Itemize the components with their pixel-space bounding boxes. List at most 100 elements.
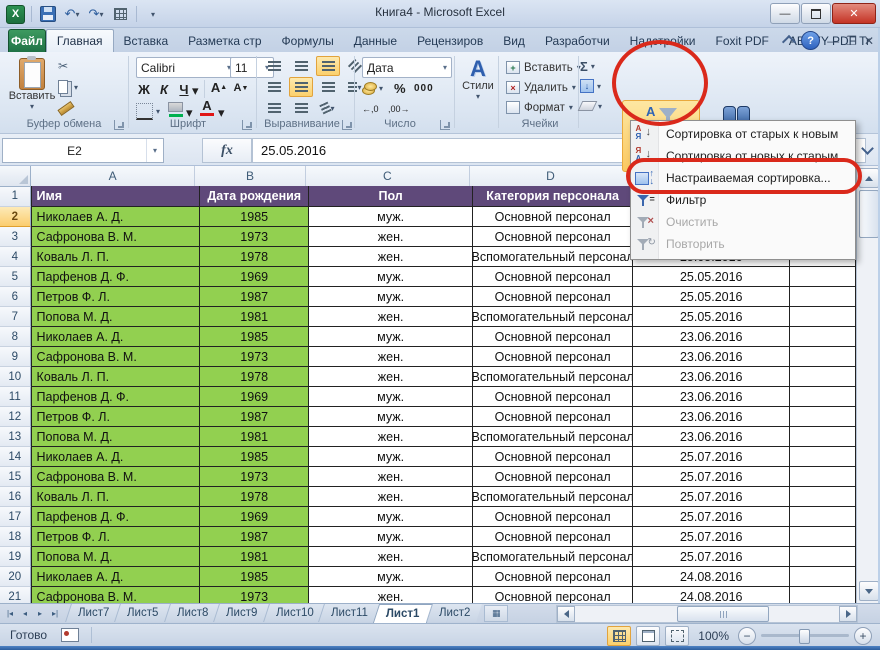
cell[interactable]: Парфенов Д. Ф. (30, 507, 201, 527)
cell[interactable]: 1987 (200, 407, 310, 427)
cell[interactable] (790, 367, 856, 387)
cell[interactable] (790, 447, 856, 467)
cell[interactable]: 25.07.2016 (633, 447, 791, 467)
increase-indent-button[interactable] (289, 98, 313, 118)
normal-view-button[interactable] (607, 625, 632, 646)
cell[interactable]: Вспомогательный персонал (472, 247, 634, 267)
row-number[interactable]: 6 (0, 287, 31, 307)
alignment-dialog-launcher[interactable] (342, 120, 352, 130)
cell[interactable]: муж. (309, 407, 473, 427)
cell[interactable] (790, 427, 856, 447)
cell[interactable]: Сафронова В. М. (30, 347, 201, 367)
prev-sheet-button[interactable]: ◂ (18, 606, 32, 621)
cell[interactable]: Попова М. Д. (30, 547, 201, 567)
cell[interactable]: 1985 (200, 207, 310, 227)
align-center-button[interactable] (289, 77, 313, 97)
next-sheet-button[interactable]: ▸ (33, 606, 47, 621)
cell[interactable]: Петров Ф. Л. (30, 527, 201, 547)
cell[interactable]: 1981 (200, 307, 310, 327)
column-header-1[interactable]: B (195, 166, 306, 187)
vertical-scroll-thumb[interactable] (859, 190, 879, 238)
cell[interactable]: жен. (309, 587, 473, 603)
ribbon-tab-0[interactable]: Главная (45, 29, 114, 52)
cell[interactable]: жен. (309, 347, 473, 367)
cell[interactable]: Николаев А. Д. (30, 447, 201, 467)
sheet-tab-2[interactable]: Лист8 (163, 604, 221, 622)
ribbon-tab-4[interactable]: Данные (344, 30, 407, 52)
row-number[interactable]: 7 (0, 307, 31, 327)
cell[interactable]: 25.07.2016 (633, 507, 791, 527)
row-number[interactable]: 15 (0, 467, 31, 487)
cell[interactable]: муж. (309, 287, 473, 307)
select-all-corner[interactable] (0, 166, 31, 187)
doc-close-icon[interactable]: ✕ (864, 34, 874, 48)
cell[interactable] (790, 587, 856, 603)
cut-button[interactable]: ✂ (58, 58, 78, 74)
cell[interactable]: 1973 (200, 467, 310, 487)
bold-button[interactable]: Ж (136, 80, 152, 98)
zoom-in-button[interactable]: + (854, 626, 872, 645)
sheet-tab-3[interactable]: Лист9 (213, 604, 270, 622)
cell[interactable]: 1985 (200, 447, 310, 467)
cell[interactable]: 25.05.2016 (633, 307, 791, 327)
cell[interactable] (790, 387, 856, 407)
paste-button[interactable]: Вставить ▾ (9, 56, 55, 118)
cell[interactable]: 23.06.2016 (633, 347, 791, 367)
row-number[interactable]: 16 (0, 487, 31, 507)
row-number[interactable]: 9 (0, 347, 31, 367)
styles-button[interactable]: А Стили ▾ (460, 58, 496, 102)
close-button[interactable]: ✕ (832, 3, 876, 24)
cell[interactable]: Дата рождения (200, 186, 310, 207)
cell[interactable]: Попова М. Д. (30, 427, 201, 447)
sheet-tab-5[interactable]: Лист11 (318, 604, 381, 622)
cell[interactable]: Вспомогательный персонал (472, 487, 634, 507)
align-middle-button[interactable] (289, 56, 313, 76)
cell[interactable]: Основной персонал (472, 447, 634, 467)
cell[interactable]: 25.05.2016 (633, 287, 791, 307)
row-number[interactable]: 4 (0, 247, 31, 267)
fill-color-button[interactable] (168, 100, 183, 118)
ribbon-tab-7[interactable]: Разработчи (535, 30, 620, 52)
cell[interactable] (790, 487, 856, 507)
cell[interactable]: Николаев А. Д. (30, 327, 201, 347)
menu-item-sort-desc[interactable]: Я А ↓ Сортировка от новых к старым (631, 145, 855, 167)
cell[interactable]: 1978 (200, 247, 310, 267)
shrink-font-button[interactable]: А ▼ (232, 79, 250, 97)
scroll-up-button[interactable] (859, 168, 879, 188)
zoom-slider-thumb[interactable] (799, 629, 810, 644)
cell[interactable]: Основной персонал (472, 327, 634, 347)
cell[interactable]: муж. (309, 327, 473, 347)
cell[interactable] (790, 287, 856, 307)
cell[interactable]: жен. (309, 467, 473, 487)
comma-style-button[interactable]: 000 (414, 79, 434, 97)
first-sheet-button[interactable]: |◂ (3, 606, 17, 621)
cell[interactable]: жен. (309, 307, 473, 327)
decrease-decimal-button[interactable]: ,00→ (388, 100, 410, 118)
tab-file[interactable]: Файл (8, 29, 46, 52)
column-header-2[interactable]: C (305, 166, 471, 187)
cell[interactable]: Вспомогательный персонал (472, 367, 634, 387)
cell[interactable]: 1969 (200, 267, 310, 287)
row-number[interactable]: 2 (0, 207, 31, 227)
horizontal-scroll-thumb[interactable] (677, 606, 769, 622)
row-number[interactable]: 11 (0, 387, 31, 407)
cell[interactable]: 24.08.2016 (633, 587, 791, 603)
qat-customize-button[interactable]: ▾ (143, 4, 163, 24)
decrease-indent-button[interactable] (262, 98, 286, 118)
cell[interactable]: муж. (309, 447, 473, 467)
cell[interactable]: Сафронова В. М. (30, 467, 201, 487)
row-number[interactable]: 5 (0, 267, 31, 287)
grow-font-button[interactable]: А ▲ (210, 78, 228, 96)
cell[interactable]: Петров Ф. Л. (30, 287, 201, 307)
menu-item-custom-sort[interactable]: ↑ ↓ Настраиваемая сортировка... (631, 167, 855, 189)
cell[interactable] (790, 407, 856, 427)
cell[interactable] (790, 267, 856, 287)
cell[interactable]: Основной персонал (472, 267, 634, 287)
zoom-out-button[interactable]: − (738, 626, 756, 645)
cell[interactable]: 1978 (200, 367, 310, 387)
cell[interactable]: 1985 (200, 327, 310, 347)
cell[interactable]: 1985 (200, 567, 310, 587)
cell[interactable]: Основной персонал (472, 587, 634, 603)
cell[interactable]: жен. (309, 367, 473, 387)
cell[interactable]: 1969 (200, 387, 310, 407)
